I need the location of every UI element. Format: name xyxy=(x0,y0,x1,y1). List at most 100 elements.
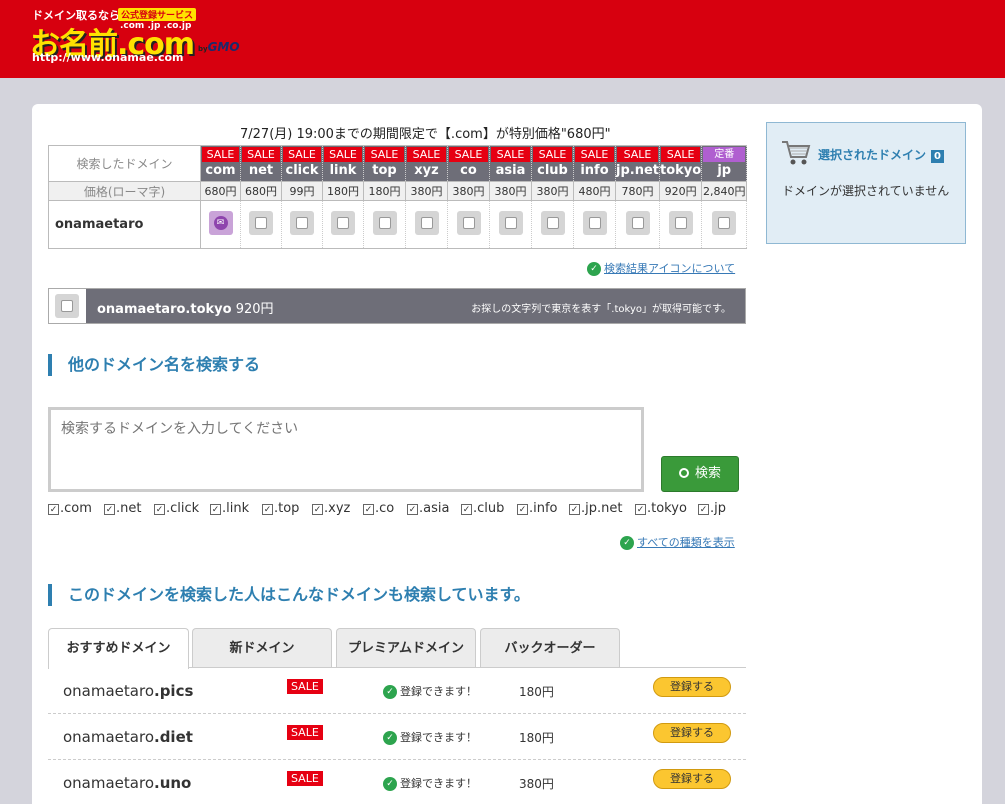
tld-select-cell xyxy=(615,200,660,249)
tld-checkbox-list: ✓ .com ✓ .net ✓ .click ✓ .link ✓ .top ✓ .xyz ✓ .co ✓ .a… xyxy=(48,501,748,519)
availability-status: ✓ 登録できます！ xyxy=(383,683,477,699)
tld-column-header: SALE link xyxy=(322,145,364,182)
tokyo-domain: onamaetaro.tokyo 920円 xyxy=(97,302,274,317)
tab-premium-domains[interactable]: プレミアムドメイン xyxy=(336,628,476,668)
checkmark-icon: ✓ xyxy=(363,504,374,515)
register-button[interactable]: 登録する xyxy=(653,677,731,697)
tld-checkbox[interactable]: ✓ .net xyxy=(104,501,141,516)
tld-price: 480円 xyxy=(573,181,616,201)
domain-checkbox[interactable] xyxy=(540,211,565,235)
tokyo-suggestion-bar: onamaetaro.tokyo 920円 お探しの文字列で東京を表す「.tok… xyxy=(48,288,746,324)
tld-select-cell: ✉ xyxy=(200,200,241,249)
check-circle-icon: ✓ xyxy=(587,262,601,276)
tab-recommended[interactable]: おすすめドメイン xyxy=(48,628,189,669)
result-icon-help-link[interactable]: ✓ 検索結果アイコンについて xyxy=(587,260,735,276)
domain-checkbox[interactable] xyxy=(249,211,273,235)
tld-checkbox-label: .xyz xyxy=(324,501,351,516)
checkmark-icon: ✓ xyxy=(407,504,418,515)
tld-price: 180円 xyxy=(363,181,406,201)
tokyo-checkbox[interactable] xyxy=(55,294,79,318)
tld-checkbox[interactable]: ✓ .jp.net xyxy=(569,501,622,516)
tld-price: 680円 xyxy=(240,181,282,201)
domain-checkbox[interactable] xyxy=(712,211,737,235)
sale-badge: SALE xyxy=(202,147,239,162)
availability-status: ✓ 登録できます！ xyxy=(383,775,477,791)
register-button[interactable]: 登録する xyxy=(653,769,731,789)
tld-column-header: SALE click xyxy=(281,145,323,182)
domain-checkbox[interactable] xyxy=(372,211,397,235)
tld-price: 380円 xyxy=(405,181,448,201)
domain-checkbox[interactable] xyxy=(331,211,355,235)
related-domain-price: 380円 xyxy=(519,777,554,791)
availability-status: ✓ 登録できます！ xyxy=(383,729,477,745)
tld-select-cell xyxy=(240,200,282,249)
whois-mail-icon[interactable]: ✉ xyxy=(208,211,233,235)
tld-checkbox[interactable]: ✓ .club xyxy=(461,501,504,516)
tld-name: com xyxy=(205,163,236,178)
tokyo-checkbox-cell xyxy=(49,289,86,323)
tld-checkbox[interactable]: ✓ .xyz xyxy=(312,501,350,516)
tld-checkbox[interactable]: ✓ .co xyxy=(363,501,394,516)
tld-select-cell xyxy=(573,200,616,249)
tld-column-header: 定番 jp xyxy=(701,145,748,182)
logo-url: http://www.onamae.com xyxy=(32,51,184,64)
tld-price: 99円 xyxy=(281,181,323,201)
tld-checkbox[interactable]: ✓ .tokyo xyxy=(635,501,687,516)
tld-column-header: SALE net xyxy=(240,145,282,182)
sale-badge: SALE xyxy=(287,725,323,740)
tld-checkbox-label: .jp.net xyxy=(581,501,623,516)
tld-price: 380円 xyxy=(447,181,490,201)
domain-checkbox[interactable] xyxy=(290,211,314,235)
related-domain-name: onamaetaro.pics xyxy=(63,682,194,700)
sale-badge: SALE xyxy=(407,147,446,162)
tld-checkbox-label: .link xyxy=(222,501,250,516)
domain-checkbox[interactable] xyxy=(668,211,693,235)
selected-domains-box: 選択されたドメイン 0 ドメインが選択されていません xyxy=(766,122,966,244)
tld-header-row: 検索したドメイン SALE com SALE net SALE click SALE link… xyxy=(48,145,748,182)
domain-checkbox[interactable] xyxy=(456,211,481,235)
tld-checkbox[interactable]: ✓ .click xyxy=(154,501,199,516)
related-domain-price: 180円 xyxy=(519,685,554,699)
domain-checkbox[interactable] xyxy=(582,211,607,235)
tab-backorder[interactable]: バックオーダー xyxy=(480,628,620,668)
tld-checkbox[interactable]: ✓ .asia xyxy=(407,501,449,516)
tld-checkbox[interactable]: ✓ .info xyxy=(517,501,558,516)
checkmark-icon: ✓ xyxy=(517,504,528,515)
checkmark-icon: ✓ xyxy=(262,504,273,515)
tld-checkbox-label: .click xyxy=(166,501,200,516)
tld-select-cell xyxy=(701,200,748,249)
tld-select-cell xyxy=(531,200,574,249)
onamae-logo[interactable]: ドメイン取るなら 公式登録サービス .com .jp .co.jp お名前.co… xyxy=(30,5,260,65)
sale-badge: SALE xyxy=(575,147,614,162)
check-circle-icon: ✓ xyxy=(383,685,397,699)
checkmark-icon: ✓ xyxy=(48,504,59,515)
tld-checkbox[interactable]: ✓ .jp xyxy=(698,501,726,516)
tld-column-header: SALE club xyxy=(531,145,574,182)
tab-new-domains[interactable]: 新ドメイン xyxy=(192,628,332,668)
searched-domain-label: 検索したドメイン xyxy=(48,145,201,182)
sale-badge: SALE xyxy=(365,147,404,162)
domain-checkbox[interactable] xyxy=(414,211,439,235)
register-button[interactable]: 登録する xyxy=(653,723,731,743)
tld-checkbox[interactable]: ✓ .link xyxy=(210,501,249,516)
cart-title: 選択されたドメイン 0 xyxy=(818,146,944,163)
tld-name: asia xyxy=(495,163,526,178)
searched-name: onamaetaro xyxy=(48,200,201,249)
tld-select-cell xyxy=(658,200,703,249)
tld-column-header: SALE asia xyxy=(489,145,532,182)
tld-checkbox-label: .net xyxy=(116,501,142,516)
domain-search-input[interactable] xyxy=(48,407,644,492)
tld-checkbox[interactable]: ✓ .com xyxy=(48,501,92,516)
tld-price: 2,840円 xyxy=(701,181,748,201)
sale-badge: SALE xyxy=(533,147,572,162)
tld-select-cell xyxy=(447,200,490,249)
domain-checkbox[interactable] xyxy=(625,211,650,235)
related-domain-row: onamaetaro.diet SALE ✓ 登録できます！ 180円 登録する xyxy=(48,714,746,760)
related-domain-row: onamaetaro.pics SALE ✓ 登録できます！ 180円 登録する xyxy=(48,668,746,714)
promo-text: 7/27(月) 19:00までの期間限定で【.com】が特別価格"680円" xyxy=(240,127,611,142)
checkmark-icon: ✓ xyxy=(154,504,165,515)
search-button[interactable]: 検索 xyxy=(661,456,739,492)
domain-checkbox[interactable] xyxy=(498,211,523,235)
tld-checkbox[interactable]: ✓ .top xyxy=(262,501,299,516)
show-all-tlds-link[interactable]: ✓ すべての種類を表示 xyxy=(620,534,735,550)
